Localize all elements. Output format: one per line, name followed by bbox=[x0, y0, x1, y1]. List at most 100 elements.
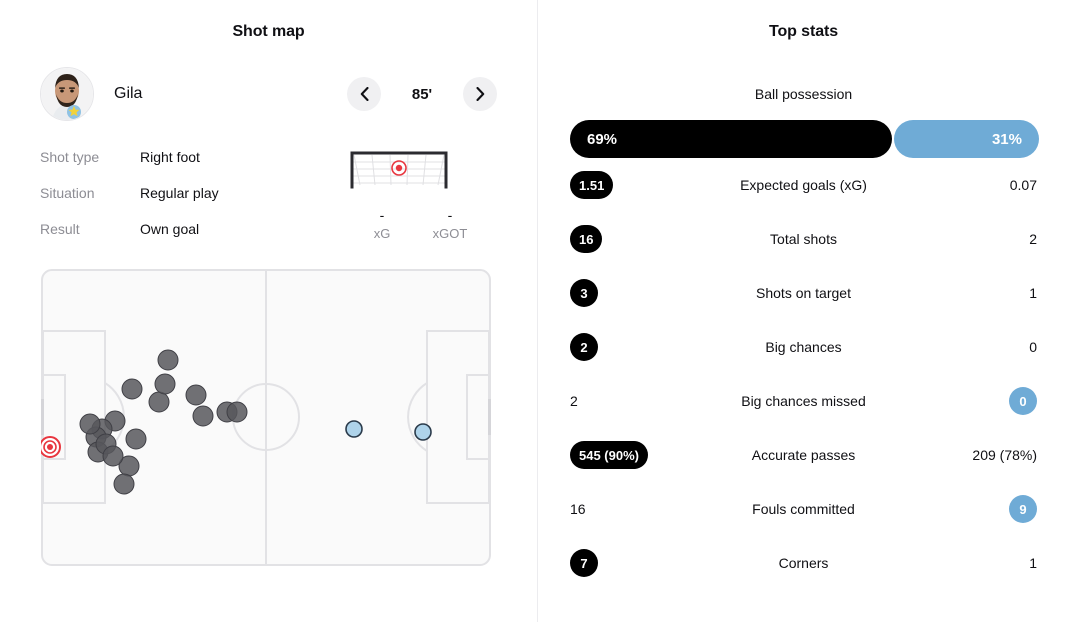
stat-value-plain: 16 bbox=[570, 501, 586, 517]
stat-badge-dark: 3 bbox=[570, 279, 598, 307]
stat-name: Shots on target bbox=[756, 285, 851, 301]
stat-badge-dark: 7 bbox=[570, 549, 598, 577]
stat-value-right: 1 bbox=[907, 285, 1037, 301]
detail-value: Right foot bbox=[140, 149, 200, 165]
player-name: Gila bbox=[114, 85, 143, 102]
xgot-cell: - xGOT bbox=[416, 206, 484, 244]
stats-rows-list: 1.51 Expected goals (xG) 0.07 16 Total shots… bbox=[537, 158, 1070, 590]
stat-value-left: 2 bbox=[570, 333, 700, 361]
stat-value-left: 1.51 bbox=[570, 171, 700, 199]
xgot-value: - bbox=[447, 207, 453, 223]
home-shot-marker[interactable] bbox=[185, 384, 207, 406]
stat-row: 1.51 Expected goals (xG) 0.07 bbox=[537, 158, 1070, 212]
away-shot-marker[interactable] bbox=[414, 423, 432, 441]
previous-shot-button[interactable] bbox=[347, 77, 381, 111]
player-avatar[interactable] bbox=[40, 67, 94, 121]
stat-value-left: 2 bbox=[570, 393, 700, 409]
stat-badge-dark: 1.51 bbox=[570, 171, 614, 199]
stat-row: 2 Big chances 0 bbox=[537, 320, 1070, 374]
stat-value-left: 16 bbox=[570, 501, 700, 517]
top-stats-panel: Top stats Ball possession 69% 31% 1.51 Ex… bbox=[537, 0, 1070, 622]
stat-value-right: 0.07 bbox=[907, 177, 1037, 193]
stat-value-right: 209 (78%) bbox=[907, 447, 1037, 463]
home-shot-marker[interactable] bbox=[226, 401, 248, 423]
stat-name: Corners bbox=[778, 555, 829, 571]
away-shot-marker[interactable] bbox=[345, 420, 363, 438]
stat-name: Big chances bbox=[765, 339, 842, 355]
stat-value-right: 9 bbox=[907, 495, 1037, 523]
home-shot-marker[interactable] bbox=[154, 373, 176, 395]
stat-row: 2 Big chances missed 0 bbox=[537, 374, 1070, 428]
stat-value-plain: 2 bbox=[1029, 231, 1037, 247]
stat-value-plain: 2 bbox=[570, 393, 578, 409]
stat-value-plain: 209 (78%) bbox=[972, 447, 1037, 463]
chevron-left-icon bbox=[360, 87, 369, 101]
stat-name: Big chances missed bbox=[741, 393, 866, 409]
chevron-right-icon bbox=[475, 87, 484, 101]
possession-home-segment: 69% bbox=[570, 120, 893, 158]
stat-value-right: 2 bbox=[907, 231, 1037, 247]
home-shot-marker[interactable] bbox=[102, 445, 124, 467]
detail-row-result: Result Own goal bbox=[40, 211, 340, 247]
stat-value-left: 16 bbox=[570, 225, 700, 253]
stat-name: Expected goals (xG) bbox=[740, 177, 867, 193]
detail-value: Own goal bbox=[140, 221, 200, 237]
stat-badge-blue: 0 bbox=[1009, 387, 1037, 415]
player-header-row: Gila 85' bbox=[0, 67, 537, 121]
stat-value-plain: 0.07 bbox=[1009, 177, 1037, 193]
football-pitch bbox=[38, 269, 494, 566]
stat-value-left: 3 bbox=[570, 279, 700, 307]
stat-row: 545 (90%) Accurate passes 209 (78%) bbox=[537, 428, 1070, 482]
shot-map-and-stats-screen: Shot map Gila 85' Shot type Right foot S… bbox=[0, 0, 1070, 622]
detail-value: Regular play bbox=[140, 185, 219, 201]
own-goal-marker-icon[interactable] bbox=[39, 436, 61, 458]
stat-row: 3 Shots on target 1 bbox=[537, 266, 1070, 320]
ball-possession-bar: 69% 31% bbox=[570, 120, 1039, 158]
detail-label: Situation bbox=[40, 185, 95, 201]
home-shot-marker[interactable] bbox=[113, 473, 135, 495]
home-shot-marker[interactable] bbox=[157, 349, 179, 371]
stat-name: Accurate passes bbox=[751, 447, 856, 463]
home-shot-marker[interactable] bbox=[192, 405, 214, 427]
detail-row-situation: Situation Regular play bbox=[40, 175, 340, 211]
stat-row: 16 Total shots 2 bbox=[537, 212, 1070, 266]
pitch-container[interactable] bbox=[38, 269, 537, 571]
stat-name: Fouls committed bbox=[752, 501, 855, 517]
xg-values-row: - xG - xGOT bbox=[348, 206, 484, 244]
xg-cell: - xG bbox=[348, 206, 416, 244]
stat-value-plain: 1 bbox=[1029, 285, 1037, 301]
home-shot-marker[interactable] bbox=[79, 413, 101, 435]
xgot-label: xGOT bbox=[432, 226, 468, 241]
shot-navigation: 85' bbox=[347, 77, 497, 111]
stat-badge-dark: 16 bbox=[570, 225, 603, 253]
xg-label: xG bbox=[373, 226, 391, 241]
stat-value-plain: 0 bbox=[1029, 339, 1037, 355]
shot-minute: 85' bbox=[411, 85, 433, 103]
home-shot-marker[interactable] bbox=[148, 391, 170, 413]
shot-target-icon bbox=[391, 160, 407, 176]
goal-mouth-view: - xG - xGOT bbox=[344, 139, 494, 247]
home-shot-marker[interactable] bbox=[121, 378, 143, 400]
possession-away-segment: 31% bbox=[894, 120, 1039, 158]
stat-badge-dark: 545 (90%) bbox=[570, 441, 648, 469]
stat-row: 7 Corners 1 bbox=[537, 536, 1070, 590]
stat-value-left: 7 bbox=[570, 549, 700, 577]
stat-name: Total shots bbox=[770, 231, 837, 247]
stat-value-plain: 1 bbox=[1029, 555, 1037, 571]
shot-details-and-goal: Shot type Right foot Situation Regular p… bbox=[0, 139, 537, 247]
xg-value: - bbox=[379, 207, 385, 223]
stat-value-right: 1 bbox=[907, 555, 1037, 571]
shot-map-panel: Shot map Gila 85' Shot type Right foot S… bbox=[0, 0, 537, 622]
shot-details-list: Shot type Right foot Situation Regular p… bbox=[40, 139, 340, 247]
stat-badge-blue: 9 bbox=[1009, 495, 1037, 523]
detail-label: Shot type bbox=[40, 149, 100, 165]
detail-row-shot-type: Shot type Right foot bbox=[40, 139, 340, 175]
stat-badge-dark: 2 bbox=[570, 333, 598, 361]
home-shot-marker[interactable] bbox=[125, 428, 147, 450]
stat-value-left: 545 (90%) bbox=[570, 441, 700, 469]
detail-label: Result bbox=[40, 221, 80, 237]
shot-map-title: Shot map bbox=[232, 23, 305, 40]
next-shot-button[interactable] bbox=[463, 77, 497, 111]
stat-value-right: 0 bbox=[907, 339, 1037, 355]
player-photo-icon bbox=[41, 68, 93, 120]
